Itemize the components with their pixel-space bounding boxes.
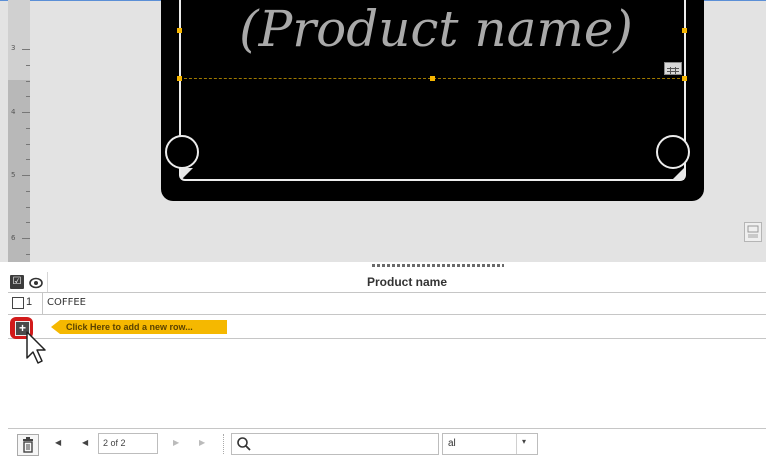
trash-icon	[23, 437, 33, 453]
search-icon	[237, 437, 251, 451]
eye-icon[interactable]	[29, 276, 43, 289]
mouse-cursor-icon	[26, 331, 46, 364]
ruler-tick	[26, 65, 30, 66]
select-divider	[516, 434, 517, 454]
page-indicator-field[interactable]: 2 of 2	[98, 433, 158, 454]
delete-row-button[interactable]	[17, 434, 39, 456]
ruler-tick	[26, 144, 30, 145]
ruler-mark-5: 5	[11, 171, 16, 179]
ruler-tick	[22, 112, 30, 113]
resize-handle[interactable]	[177, 28, 182, 33]
page-icon[interactable]	[744, 222, 762, 242]
ruler-tick	[26, 207, 30, 208]
prev-page-button[interactable]: ◀	[82, 438, 88, 447]
ruler-tick	[26, 222, 30, 223]
corner-triangle-right	[672, 168, 684, 180]
design-canvas[interactable]: 3 4 5 6 (Product name)	[0, 0, 766, 262]
table-row[interactable]	[8, 293, 766, 315]
add-row-hint: Click Here to add a new row...	[60, 320, 227, 334]
last-page-button[interactable]: ▶	[199, 438, 205, 447]
column-header-product-name[interactable]: Product name	[48, 273, 766, 291]
ruler-tick	[26, 159, 30, 160]
frame-corner-left	[165, 135, 199, 169]
resize-handle[interactable]	[430, 76, 435, 81]
cell-product-name[interactable]: COFFEE	[47, 297, 86, 308]
toolbar-divider	[223, 434, 224, 454]
chevron-down-icon[interactable]: ▾	[522, 437, 526, 446]
search-input[interactable]	[231, 433, 439, 455]
frame-corner-right	[656, 135, 690, 169]
panel-splitter[interactable]	[372, 264, 504, 267]
product-name-text-object[interactable]: (Product name)	[201, 4, 671, 54]
ruler-tick	[26, 254, 30, 255]
resize-handle[interactable]	[682, 28, 687, 33]
select-all-checkbox[interactable]: ☑	[10, 275, 24, 289]
ruler-mark-3: 3	[11, 44, 16, 52]
column-divider	[42, 293, 43, 315]
ruler-mark-4: 4	[11, 108, 16, 116]
corner-triangle-left	[181, 168, 193, 180]
vertical-ruler: 3 4 5 6	[8, 0, 30, 262]
filter-select-value: al	[448, 438, 456, 449]
ruler-tick	[26, 96, 30, 97]
row-number: 1	[26, 296, 33, 308]
ruler-tick	[26, 81, 30, 82]
ruler-tick	[26, 191, 30, 192]
row-checkbox[interactable]	[12, 297, 24, 309]
ruler-tick	[22, 175, 30, 176]
resize-handle[interactable]	[682, 76, 687, 81]
next-page-button[interactable]: ▶	[173, 438, 179, 447]
ruler-tick	[26, 128, 30, 129]
hint-arrow	[51, 320, 60, 334]
ruler-tick	[22, 238, 30, 239]
data-source-icon[interactable]	[664, 62, 682, 75]
ruler-tick	[22, 49, 30, 50]
first-page-button[interactable]: ◀	[55, 438, 61, 447]
resize-handle[interactable]	[177, 76, 182, 81]
ruler-mark-6: 6	[11, 234, 16, 242]
